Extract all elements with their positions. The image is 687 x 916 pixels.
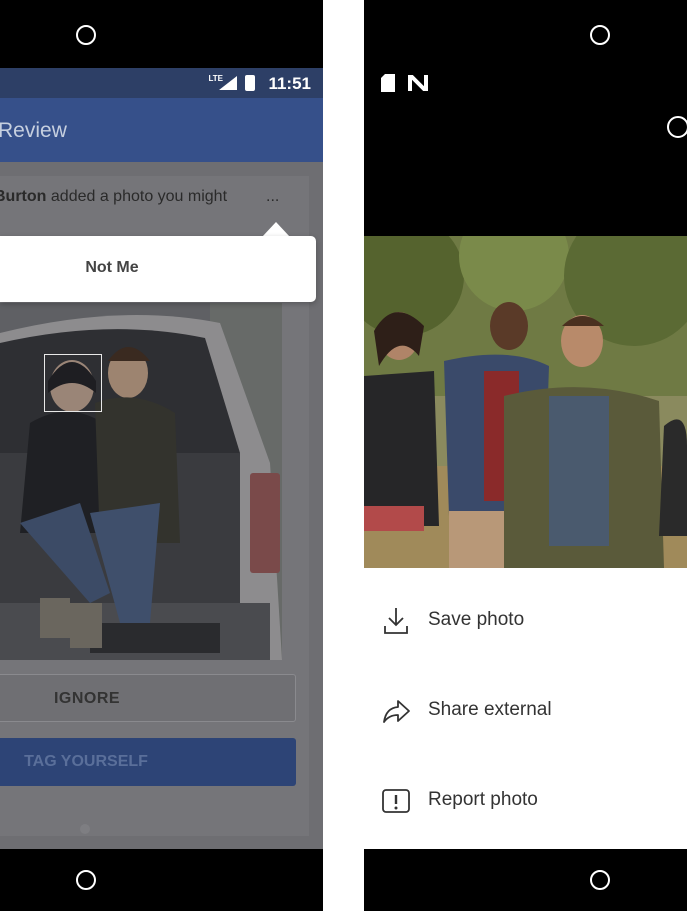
bottom-bezel bbox=[364, 849, 687, 911]
save-photo-option[interactable]: Save photo bbox=[364, 592, 687, 648]
ignore-button[interactable]: IGNORE bbox=[0, 674, 296, 722]
photo-options-sheet: Save photo Share external Report photo bbox=[364, 568, 687, 850]
ignore-button-label: IGNORE bbox=[53, 690, 121, 707]
notification-message: added a photo you might bbox=[50, 188, 228, 205]
share-external-label: Share external bbox=[428, 699, 552, 720]
nfc-icon bbox=[408, 75, 428, 91]
notification-text: Burton added a photo you might bbox=[0, 188, 227, 206]
notification-name[interactable]: Burton bbox=[0, 188, 46, 205]
signal-icon bbox=[219, 76, 237, 90]
top-bezel bbox=[0, 0, 323, 68]
more-options-button[interactable]: ... bbox=[266, 188, 279, 206]
popup-arrow bbox=[262, 222, 290, 237]
battery-icon bbox=[245, 75, 255, 91]
left-phone-screen: LTE 11:51 Review Burton added a photo yo… bbox=[0, 0, 323, 916]
tagged-photo bbox=[0, 303, 282, 660]
bottom-bezel bbox=[0, 849, 323, 911]
status-time: 11:51 bbox=[268, 74, 311, 93]
home-button-icon[interactable] bbox=[590, 870, 610, 890]
camera-icon bbox=[76, 25, 96, 45]
camera-icon bbox=[590, 25, 610, 45]
home-button-icon[interactable] bbox=[76, 870, 96, 890]
sd-card-icon bbox=[381, 74, 395, 92]
app-header: Review bbox=[0, 98, 323, 162]
tag-yourself-button[interactable]: TAG YOURSELF bbox=[0, 738, 296, 786]
status-bar: LTE 11:51 bbox=[0, 68, 323, 98]
top-area bbox=[364, 0, 687, 236]
group-photo bbox=[364, 236, 687, 568]
report-photo-label: Report photo bbox=[428, 789, 538, 810]
not-me-option[interactable]: Not Me bbox=[0, 259, 224, 277]
download-icon bbox=[384, 608, 408, 634]
report-icon bbox=[382, 789, 410, 813]
loading-spinner-icon bbox=[667, 116, 687, 138]
tag-yourself-button-label: TAG YOURSELF bbox=[24, 753, 148, 770]
right-phone-screen: Save photo Share external Report photo bbox=[364, 0, 687, 916]
report-photo-option[interactable]: Report photo bbox=[364, 772, 687, 828]
page-title: Review bbox=[0, 119, 67, 142]
save-photo-label: Save photo bbox=[428, 609, 525, 630]
page-indicator-dot bbox=[80, 824, 90, 834]
share-icon bbox=[383, 700, 410, 723]
not-me-popup: Not Me bbox=[0, 236, 316, 302]
face-tag-box[interactable] bbox=[44, 354, 102, 412]
share-external-option[interactable]: Share external bbox=[364, 682, 687, 738]
